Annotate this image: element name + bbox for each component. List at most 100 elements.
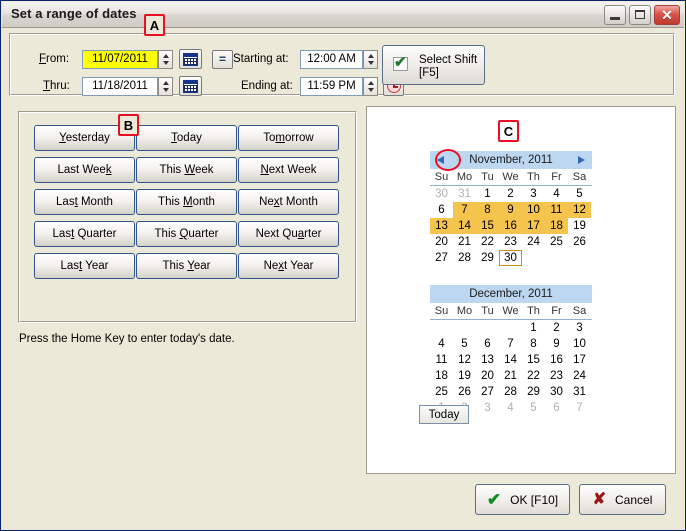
calendar-day-cell[interactable]: 30 [499,250,522,266]
calendar-day-cell[interactable]: 16 [545,352,568,368]
calendar-day-cell[interactable]: 24 [568,368,591,384]
select-shift-button[interactable]: Select Shift [F5] [382,45,485,85]
calendar-day-cell[interactable]: 3 [476,400,499,416]
calendar-day-cell[interactable]: 14 [453,218,476,234]
quick-range-next-quarter-button[interactable]: Next Quarter [238,221,339,247]
calendar-day-cell[interactable]: 2 [499,186,522,202]
ending-time-spinner[interactable] [363,77,378,96]
calendar-day-cell[interactable]: 19 [453,368,476,384]
calendar-day-cell[interactable]: 6 [430,202,453,218]
quick-range-tomorrow-button[interactable]: Tomorrow [238,125,339,151]
calendar-day-cell[interactable]: 26 [453,384,476,400]
quick-range-this-month-button[interactable]: This Month [136,189,237,215]
calendar-day-cell[interactable]: 10 [522,202,545,218]
calendar-day-cell[interactable]: 22 [522,368,545,384]
ok-button[interactable]: ✔ OK [F10] [475,484,570,515]
calendar-day-cell[interactable]: 19 [568,218,591,234]
calendar-day-cell[interactable]: 7 [568,400,591,416]
calendar-day-cell[interactable]: 15 [522,352,545,368]
calendar-day-cell[interactable]: 23 [499,234,522,250]
quick-range-today-button[interactable]: Today [136,125,237,151]
calendar-day-cell[interactable]: 29 [522,384,545,400]
quick-range-next-month-button[interactable]: Next Month [238,189,339,215]
calendar-day-cell[interactable]: 13 [430,218,453,234]
calendar-day-cell[interactable]: 11 [430,352,453,368]
calendar-day-cell[interactable]: 17 [522,218,545,234]
calendar-day-cell[interactable]: 16 [499,218,522,234]
calendar-day-cell[interactable]: 8 [522,336,545,352]
calendar-day-cell[interactable]: 24 [522,234,545,250]
calendar-day-cell[interactable]: 20 [476,368,499,384]
ending-time-input[interactable]: 11:59 PM [300,77,363,96]
calendar-day-cell[interactable]: 31 [568,384,591,400]
thru-date-spinner[interactable] [158,77,173,96]
calendar-day-cell[interactable]: 20 [430,234,453,250]
calendar-day-cell[interactable]: 7 [499,336,522,352]
calendar-day-cell[interactable]: 27 [430,250,453,266]
calendar-day-cell[interactable]: 5 [453,336,476,352]
calendar-day-cell[interactable]: 1 [522,320,545,336]
calendar-day-cell[interactable]: 18 [430,368,453,384]
calendar-day-cell[interactable]: 12 [568,202,591,218]
calendar-day-cell[interactable]: 4 [499,400,522,416]
calendar-day-cell[interactable]: 4 [545,186,568,202]
calendar-day-cell[interactable]: 12 [453,352,476,368]
quick-range-this-year-button[interactable]: This Year [136,253,237,279]
calendar-day-cell[interactable]: 28 [453,250,476,266]
calendar-day-cell[interactable]: 5 [568,186,591,202]
calendar-day-cell[interactable]: 23 [545,368,568,384]
calendar-day-cell[interactable]: 17 [568,352,591,368]
calendar-day-cell[interactable]: 21 [499,368,522,384]
quick-range-next-week-button[interactable]: Next Week [238,157,339,183]
today-button[interactable]: Today [419,405,469,424]
close-button[interactable]: ✕ [654,5,680,25]
calendar-day-cell[interactable]: 25 [545,234,568,250]
from-calendar-button[interactable] [179,49,202,69]
calendar-day-cell[interactable]: 2 [545,320,568,336]
calendar-day-cell[interactable]: 10 [568,336,591,352]
thru-date-input[interactable]: 11/18/2011 [82,77,158,96]
calendar-day-cell[interactable]: 7 [453,202,476,218]
calendar-day-cell[interactable]: 13 [476,352,499,368]
calendar-day-cell[interactable]: 1 [476,186,499,202]
calendar-day-cell[interactable]: 31 [453,186,476,202]
quick-range-last-year-button[interactable]: Last Year [34,253,135,279]
calendar-day-cell[interactable]: 30 [430,186,453,202]
from-date-spinner[interactable] [158,50,173,69]
calendar-day-cell[interactable]: 3 [522,186,545,202]
calendar-day-cell[interactable]: 30 [545,384,568,400]
thru-calendar-button[interactable] [179,76,202,96]
calendar-day-cell[interactable]: 5 [522,400,545,416]
calendar-day-cell[interactable]: 8 [476,202,499,218]
quick-range-this-quarter-button[interactable]: This Quarter [136,221,237,247]
calendar-day-cell[interactable]: 27 [476,384,499,400]
quick-range-next-year-button[interactable]: Next Year [238,253,339,279]
cancel-button[interactable]: ✘ Cancel [579,484,666,515]
calendar-day-cell[interactable]: 15 [476,218,499,234]
calendar-day-cell[interactable]: 26 [568,234,591,250]
calendar-day-cell[interactable]: 4 [430,336,453,352]
quick-range-this-week-button[interactable]: This Week [136,157,237,183]
starting-time-spinner[interactable] [363,50,378,69]
calendar-day-cell[interactable]: 11 [545,202,568,218]
quick-range-last-month-button[interactable]: Last Month [34,189,135,215]
calendar-day-cell[interactable]: 22 [476,234,499,250]
quick-range-last-week-button[interactable]: Last Week [34,157,135,183]
copy-from-to-thru-button[interactable]: = [212,50,233,69]
starting-time-input[interactable]: 12:00 AM [300,50,363,69]
calendar-day-cell[interactable]: 29 [476,250,499,266]
next-month-arrow-icon[interactable] [578,156,585,164]
calendar-day-cell[interactable]: 3 [568,320,591,336]
calendar-day-cell[interactable]: 18 [545,218,568,234]
quick-range-last-quarter-button[interactable]: Last Quarter [34,221,135,247]
maximize-button[interactable] [629,5,651,25]
calendar-day-cell[interactable]: 28 [499,384,522,400]
calendar-day-cell[interactable]: 25 [430,384,453,400]
calendar-day-cell[interactable]: 6 [545,400,568,416]
minimize-button[interactable] [604,5,626,25]
calendar-day-cell[interactable]: 21 [453,234,476,250]
calendar-day-cell[interactable]: 6 [476,336,499,352]
calendar-day-cell[interactable]: 9 [545,336,568,352]
calendar-day-cell[interactable]: 14 [499,352,522,368]
calendar-day-cell[interactable]: 9 [499,202,522,218]
